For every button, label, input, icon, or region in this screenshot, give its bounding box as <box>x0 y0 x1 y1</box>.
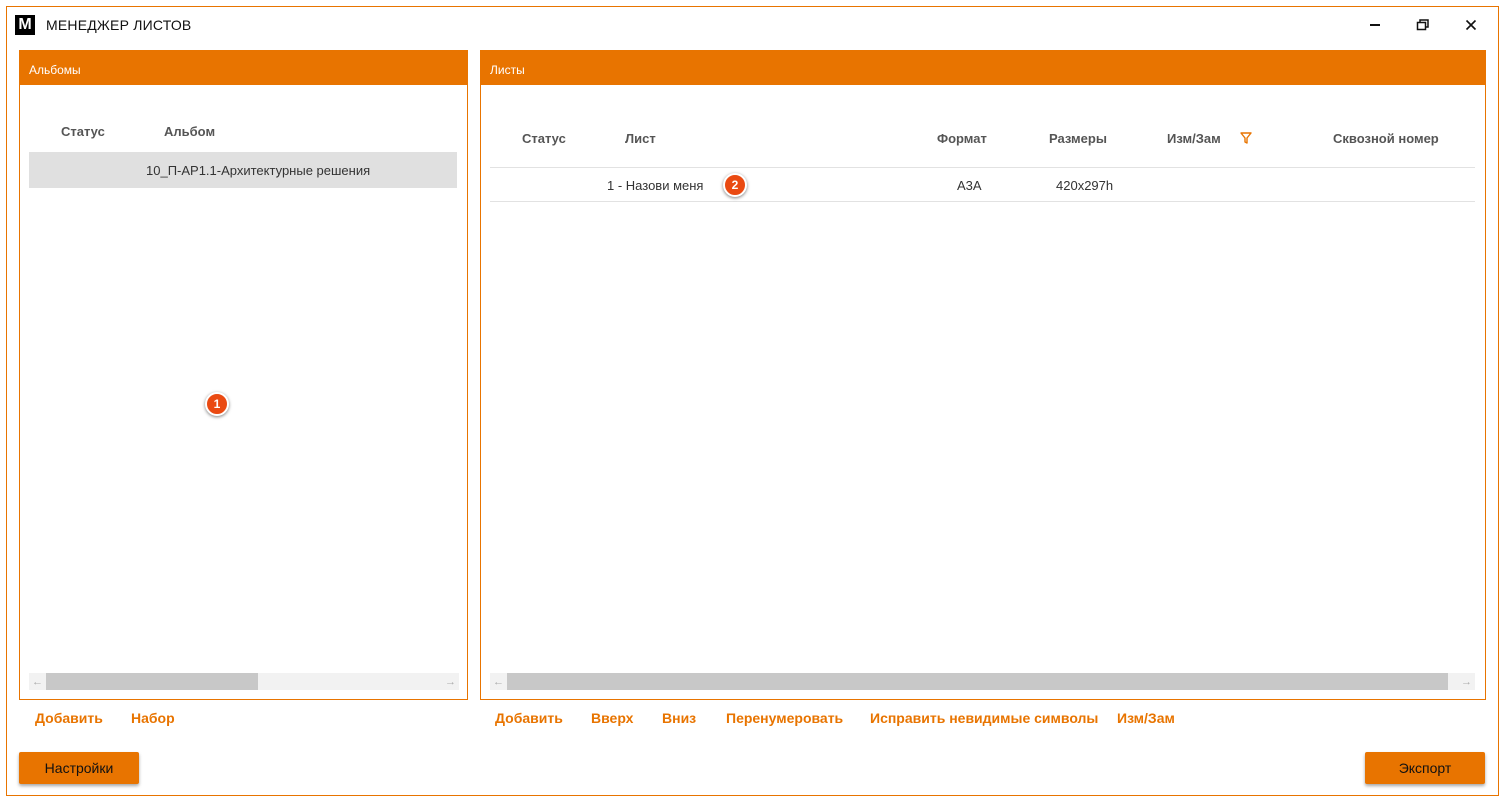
arrow-left-icon[interactable]: ← <box>490 673 507 690</box>
sheets-column-format[interactable]: Формат <box>937 131 987 146</box>
settings-button[interactable]: Настройки <box>19 752 139 784</box>
albums-panel-header: Альбомы <box>20 51 467 85</box>
fix-invisible-chars-button[interactable]: Исправить невидимые символы <box>870 710 1098 726</box>
sheets-column-number[interactable]: Сквозной номер <box>1333 131 1439 146</box>
maximize-icon <box>1416 19 1429 31</box>
sheet-format: А3А <box>957 178 982 193</box>
renumber-button[interactable]: Перенумеровать <box>726 710 843 726</box>
row-divider <box>490 201 1475 202</box>
album-set-button[interactable]: Набор <box>131 710 175 726</box>
album-row[interactable]: 10_П-АР1.1-Архитектурные решения <box>29 152 457 188</box>
arrow-right-icon[interactable]: → <box>1458 673 1475 690</box>
sheets-horizontal-scrollbar[interactable]: ← → <box>490 673 1475 690</box>
sheet-row[interactable]: 1 - Назови меня А3А 420x297h <box>490 168 1475 202</box>
minimize-icon <box>1370 24 1380 26</box>
albums-scroll-thumb[interactable] <box>46 673 258 690</box>
export-button[interactable]: Экспорт <box>1365 752 1485 784</box>
albums-column-album[interactable]: Альбом <box>164 124 215 139</box>
albums-column-status[interactable]: Статус <box>61 124 105 139</box>
sheet-size: 420x297h <box>1056 178 1114 193</box>
sheets-column-sheet[interactable]: Лист <box>625 131 656 146</box>
sheet-up-button[interactable]: Вверх <box>591 710 633 726</box>
marker-badge-2: 2 <box>723 173 747 197</box>
close-button[interactable] <box>1453 11 1489 39</box>
sheet-name: 1 - Назови меня <box>607 178 704 193</box>
maximize-button[interactable] <box>1405 11 1441 39</box>
close-icon <box>1465 19 1477 31</box>
sheets-scroll-thumb[interactable] <box>507 673 1448 690</box>
albums-horizontal-scrollbar[interactable]: ← → <box>29 673 459 690</box>
sheets-column-rev[interactable]: Изм/Зам <box>1167 131 1221 146</box>
sheet-add-button[interactable]: Добавить <box>495 710 563 726</box>
main-window: M МЕНЕДЖЕР ЛИСТОВ Альбомы Статус Альбом … <box>6 6 1499 796</box>
album-add-button[interactable]: Добавить <box>35 710 103 726</box>
sheets-column-status[interactable]: Статус <box>522 131 566 146</box>
sheets-panel: Листы Статус Лист Формат Размеры Изм/Зам… <box>480 50 1486 700</box>
title-bar[interactable]: M МЕНЕДЖЕР ЛИСТОВ <box>7 7 1498 43</box>
app-logo: M <box>15 15 35 35</box>
arrow-left-icon[interactable]: ← <box>29 673 46 690</box>
minimize-button[interactable] <box>1357 11 1393 39</box>
window-title: МЕНЕДЖЕР ЛИСТОВ <box>46 17 192 33</box>
arrow-right-icon[interactable]: → <box>442 673 459 690</box>
sheets-column-size[interactable]: Размеры <box>1049 131 1107 146</box>
rev-button[interactable]: Изм/Зам <box>1117 710 1175 726</box>
albums-panel: Альбомы Статус Альбом 10_П-АР1.1-Архитек… <box>19 50 468 700</box>
filter-icon[interactable] <box>1239 131 1253 145</box>
sheets-panel-header: Листы <box>481 51 1485 85</box>
sheet-down-button[interactable]: Вниз <box>662 710 696 726</box>
album-name: 10_П-АР1.1-Архитектурные решения <box>146 163 371 178</box>
marker-badge-1: 1 <box>205 392 229 416</box>
